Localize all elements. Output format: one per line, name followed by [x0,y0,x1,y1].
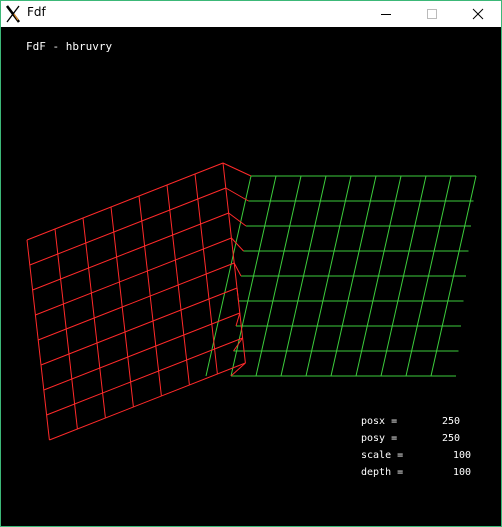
grid-line-raised [29,187,226,266]
grid-line-raised [49,362,246,441]
grid-line-raised [40,287,238,366]
stat-value: 250 [441,416,460,427]
grid-line-raised [166,184,190,386]
grid-line-raised [38,262,235,341]
grid-line-raised [32,212,229,291]
stat-value: 100 [452,450,471,461]
hud-title: FdF - hbruvry [26,40,113,53]
title-bar[interactable]: Fdf [1,1,501,27]
minimize-icon [381,14,391,15]
grid-line-raised [26,162,224,241]
grid-line-raised [43,312,240,391]
grid-line-raised [235,312,241,327]
close-icon [472,8,484,20]
grid-line-raised [26,239,50,441]
grid-line-raised [54,228,78,430]
stat-posx: posx = 250 [361,416,471,430]
stat-scale: scale = 100 [361,450,471,464]
maximize-button[interactable] [409,1,455,27]
stat-label: posx = [361,416,398,427]
window-title: Fdf [27,5,46,19]
grid-line-raised [222,162,252,177]
app-window: Fdf FdF - hbruvry posx = 250 posy = 250 … [0,0,502,527]
stat-label: depth = [361,467,404,478]
grid-line-raised [228,212,247,227]
stat-depth: depth = 100 [361,467,471,481]
render-canvas[interactable]: FdF - hbruvry posx = 250 posy = 250 scal… [1,27,501,526]
close-button[interactable] [455,1,501,27]
stat-label: posy = [361,433,398,444]
stat-posy: posy = 250 [361,433,471,447]
stat-value: 100 [452,467,471,478]
grid-line-raised [231,237,244,252]
x-app-icon [5,5,21,23]
grid-line-raised [82,217,106,419]
grid-line-raised [138,195,162,397]
stat-label: scale = [361,450,404,461]
grid-line-raised [35,237,232,316]
grid-line-raised [225,187,249,202]
maximize-icon [427,9,437,19]
grid-line-raised [46,337,243,416]
stat-value: 250 [441,433,460,444]
grid-line-raised [110,206,134,408]
grid-line-raised [194,173,218,375]
minimize-button[interactable] [363,1,409,27]
